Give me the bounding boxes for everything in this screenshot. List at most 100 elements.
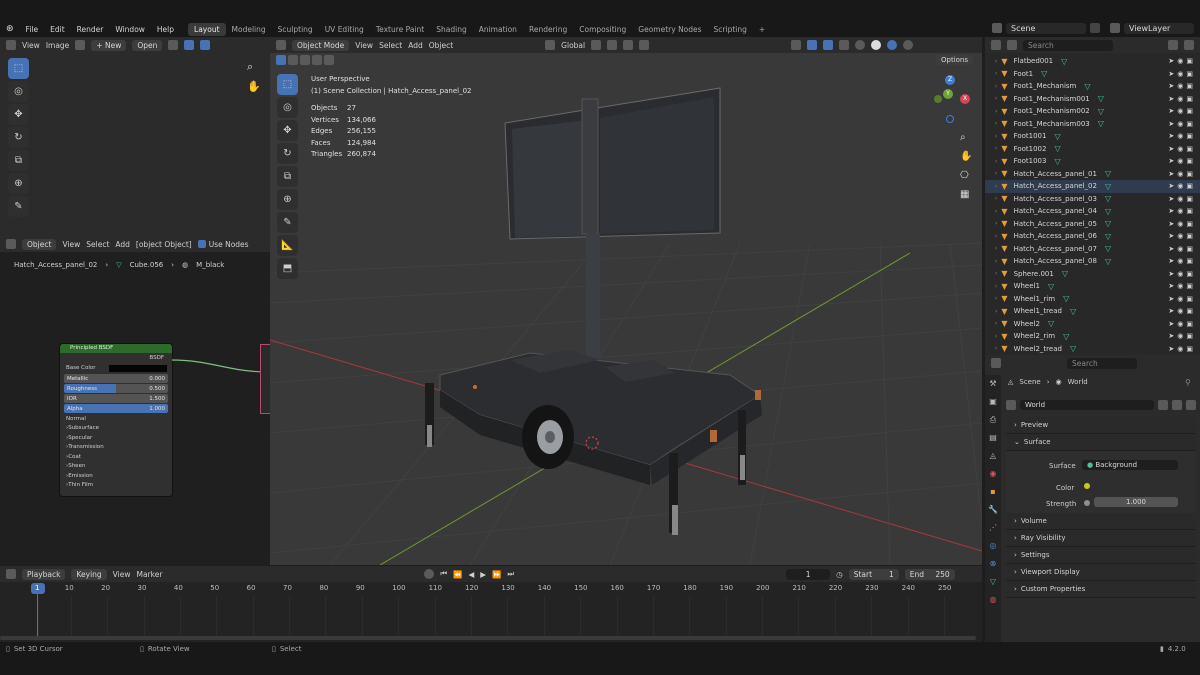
material-tab-icon[interactable]: ◍	[985, 591, 1001, 609]
alpha-field[interactable]: Alpha 1.000	[64, 404, 168, 413]
expand-chevron-icon[interactable]: ›	[995, 108, 997, 115]
clock-icon[interactable]: ◷	[836, 570, 843, 579]
outliner-row[interactable]: › ▼ Wheel2 ▽ ➤◉▣	[985, 318, 1200, 331]
outliner-row[interactable]: › ▼ Foot1_Mechanism ▽ ➤◉▣	[985, 80, 1200, 93]
panel-surface[interactable]: ⌄ Surface	[1006, 434, 1196, 451]
outliner-row[interactable]: › ▼ Flatbed001 ▽ ➤◉▣	[985, 55, 1200, 68]
render-tab-icon[interactable]: ▣	[985, 393, 1001, 411]
transform-tool-icon[interactable]: ⊕	[8, 173, 29, 194]
object-tab-icon[interactable]: ▪	[985, 483, 1001, 501]
metallic-field[interactable]: Metallic 0.000	[64, 374, 168, 383]
properties-search-field[interactable]: Search	[1067, 357, 1137, 369]
mesh-data-icon[interactable]: ▽	[1054, 144, 1060, 153]
view-layer-field[interactable]: ViewLayer	[1124, 22, 1194, 34]
tab-compositing[interactable]: Compositing	[573, 23, 632, 36]
view-mode-icon[interactable]	[184, 40, 195, 50]
expand-chevron-icon[interactable]: ›	[995, 183, 997, 190]
select-new-icon[interactable]	[276, 55, 286, 65]
visibility-toggle-icons[interactable]: ➤◉▣	[1168, 95, 1196, 103]
outliner-row[interactable]: › ▼ Hatch_Access_panel_02 ▽ ➤◉▣	[985, 180, 1200, 193]
rotate-tool-icon[interactable]: ↻	[8, 127, 29, 148]
jump-start-icon[interactable]: ⏮	[440, 569, 447, 579]
vp-scale-tool-icon[interactable]: ⧉	[277, 166, 298, 187]
breadcrumb-object[interactable]: Hatch_Access_panel_02	[14, 261, 97, 269]
color-socket-icon[interactable]	[1084, 483, 1090, 489]
mesh-data-icon[interactable]: ▽	[1063, 294, 1069, 303]
outliner-row[interactable]: › ▼ Foot1_Mechanism001 ▽ ➤◉▣	[985, 93, 1200, 106]
visibility-toggle-icons[interactable]: ➤◉▣	[1168, 220, 1196, 228]
expand-chevron-icon[interactable]: ›	[995, 70, 997, 77]
mesh-data-icon[interactable]: ▽	[1048, 282, 1054, 291]
world-browse-icon[interactable]	[1006, 400, 1016, 410]
physics-tab-icon[interactable]: ◎	[985, 537, 1001, 555]
expand-chevron-icon[interactable]: ›	[995, 58, 997, 65]
vp-annotate-tool-icon[interactable]: ✎	[277, 212, 298, 233]
visibility-toggle-icons[interactable]: ➤◉▣	[1168, 295, 1196, 303]
mesh-data-icon[interactable]: ▽	[1062, 269, 1068, 278]
world-name-field[interactable]: World	[1020, 400, 1154, 410]
visibility-toggle-icons[interactable]: ➤◉▣	[1168, 182, 1196, 190]
visibility-toggle-icons[interactable]: ➤◉▣	[1168, 107, 1196, 115]
outliner-row[interactable]: › ▼ Hatch_Access_panel_01 ▽ ➤◉▣	[985, 168, 1200, 181]
mesh-data-icon[interactable]: ▽	[1105, 232, 1111, 241]
pivot-icon[interactable]	[591, 40, 602, 50]
breadcrumb-mesh[interactable]: Cube.056	[130, 261, 164, 269]
timeline-editor-type-icon[interactable]	[6, 569, 16, 579]
expand-chevron-icon[interactable]: ›	[995, 295, 997, 302]
expand-chevron-icon[interactable]: ›	[995, 308, 997, 315]
end-frame-field[interactable]: End 250	[904, 568, 955, 580]
visibility-toggle-icons[interactable]: ➤◉▣	[1168, 270, 1196, 278]
visibility-toggle-icons[interactable]: ➤◉▣	[1168, 245, 1196, 253]
expand-chevron-icon[interactable]: ›	[995, 158, 997, 165]
mesh-data-icon[interactable]: ▽	[1070, 307, 1076, 316]
outliner-row[interactable]: › ▼ Wheel1 ▽ ➤◉▣	[985, 280, 1200, 293]
visibility-icon[interactable]	[791, 40, 802, 50]
add-workspace-icon[interactable]: +	[753, 23, 771, 36]
use-nodes-toggle[interactable]: Use Nodes	[197, 240, 249, 249]
vp-rotate-tool-icon[interactable]: ↻	[277, 143, 298, 164]
expand-chevron-icon[interactable]: ›	[995, 195, 997, 202]
scene-name-field[interactable]: Scene	[1006, 22, 1086, 34]
expand-chevron-icon[interactable]: ›	[995, 345, 997, 352]
duplicate-icon[interactable]	[1172, 400, 1182, 410]
mesh-data-icon[interactable]: ▽	[1105, 194, 1111, 203]
image-browse-icon[interactable]	[75, 40, 86, 50]
visibility-toggle-icons[interactable]: ➤◉▣	[1168, 70, 1196, 78]
world-tab-icon[interactable]: ◉	[985, 465, 1001, 483]
node-node-menu[interactable]: [object Object]	[136, 240, 192, 249]
display-mode-icon[interactable]	[1007, 40, 1017, 50]
overlay-toggle-icon[interactable]	[823, 40, 834, 50]
outliner-row[interactable]: › ▼ Foot1002 ▽ ➤◉▣	[985, 143, 1200, 156]
panel-ray-visibility[interactable]: › Ray Visibility	[1006, 530, 1196, 547]
panel-custom-properties[interactable]: › Custom Properties	[1006, 581, 1196, 598]
expand-chevron-icon[interactable]: ›	[995, 95, 997, 102]
scale-tool-icon[interactable]: ⧉	[8, 150, 29, 171]
expand-chevron-icon[interactable]: ›	[995, 120, 997, 127]
mesh-data-icon[interactable]: ▽	[1105, 169, 1111, 178]
tab-sculpting[interactable]: Sculpting	[272, 23, 319, 36]
timeline-marker-menu[interactable]: Marker	[136, 570, 162, 579]
node-view-menu[interactable]: View	[62, 240, 80, 249]
jump-end-icon[interactable]: ⏭	[507, 569, 514, 579]
panel-emission[interactable]: › Emission	[60, 471, 172, 481]
mesh-data-icon[interactable]: ▽	[1070, 344, 1076, 353]
image-new-button[interactable]: + New	[91, 39, 127, 51]
expand-chevron-icon[interactable]: ›	[995, 258, 997, 265]
tab-modeling[interactable]: Modeling	[226, 23, 272, 36]
panel-specular[interactable]: › Specular	[60, 433, 172, 443]
orientation-dropdown[interactable]: Global	[561, 41, 585, 50]
expand-chevron-icon[interactable]: ›	[995, 245, 997, 252]
outliner-row[interactable]: › ▼ Wheel2_rim ▽ ➤◉▣	[985, 330, 1200, 343]
constraints-tab-icon[interactable]: ⊗	[985, 555, 1001, 573]
play-reverse-icon[interactable]: ◀	[469, 570, 475, 579]
vp-move-tool-icon[interactable]: ✥	[277, 120, 298, 141]
outliner-row[interactable]: › ▼ Foot1_Mechanism002 ▽ ➤◉▣	[985, 105, 1200, 118]
pin-icon[interactable]: ⚲	[1185, 378, 1191, 387]
menu-window[interactable]: Window	[109, 25, 151, 34]
unlink-icon[interactable]	[1186, 400, 1196, 410]
camera-icon[interactable]: ⎔	[960, 166, 972, 185]
annotate-tool-icon[interactable]: ✎	[8, 196, 29, 217]
mesh-data-icon[interactable]: ▽	[1098, 94, 1104, 103]
xray-icon[interactable]	[839, 40, 850, 50]
fake-user-icon[interactable]	[1158, 400, 1168, 410]
